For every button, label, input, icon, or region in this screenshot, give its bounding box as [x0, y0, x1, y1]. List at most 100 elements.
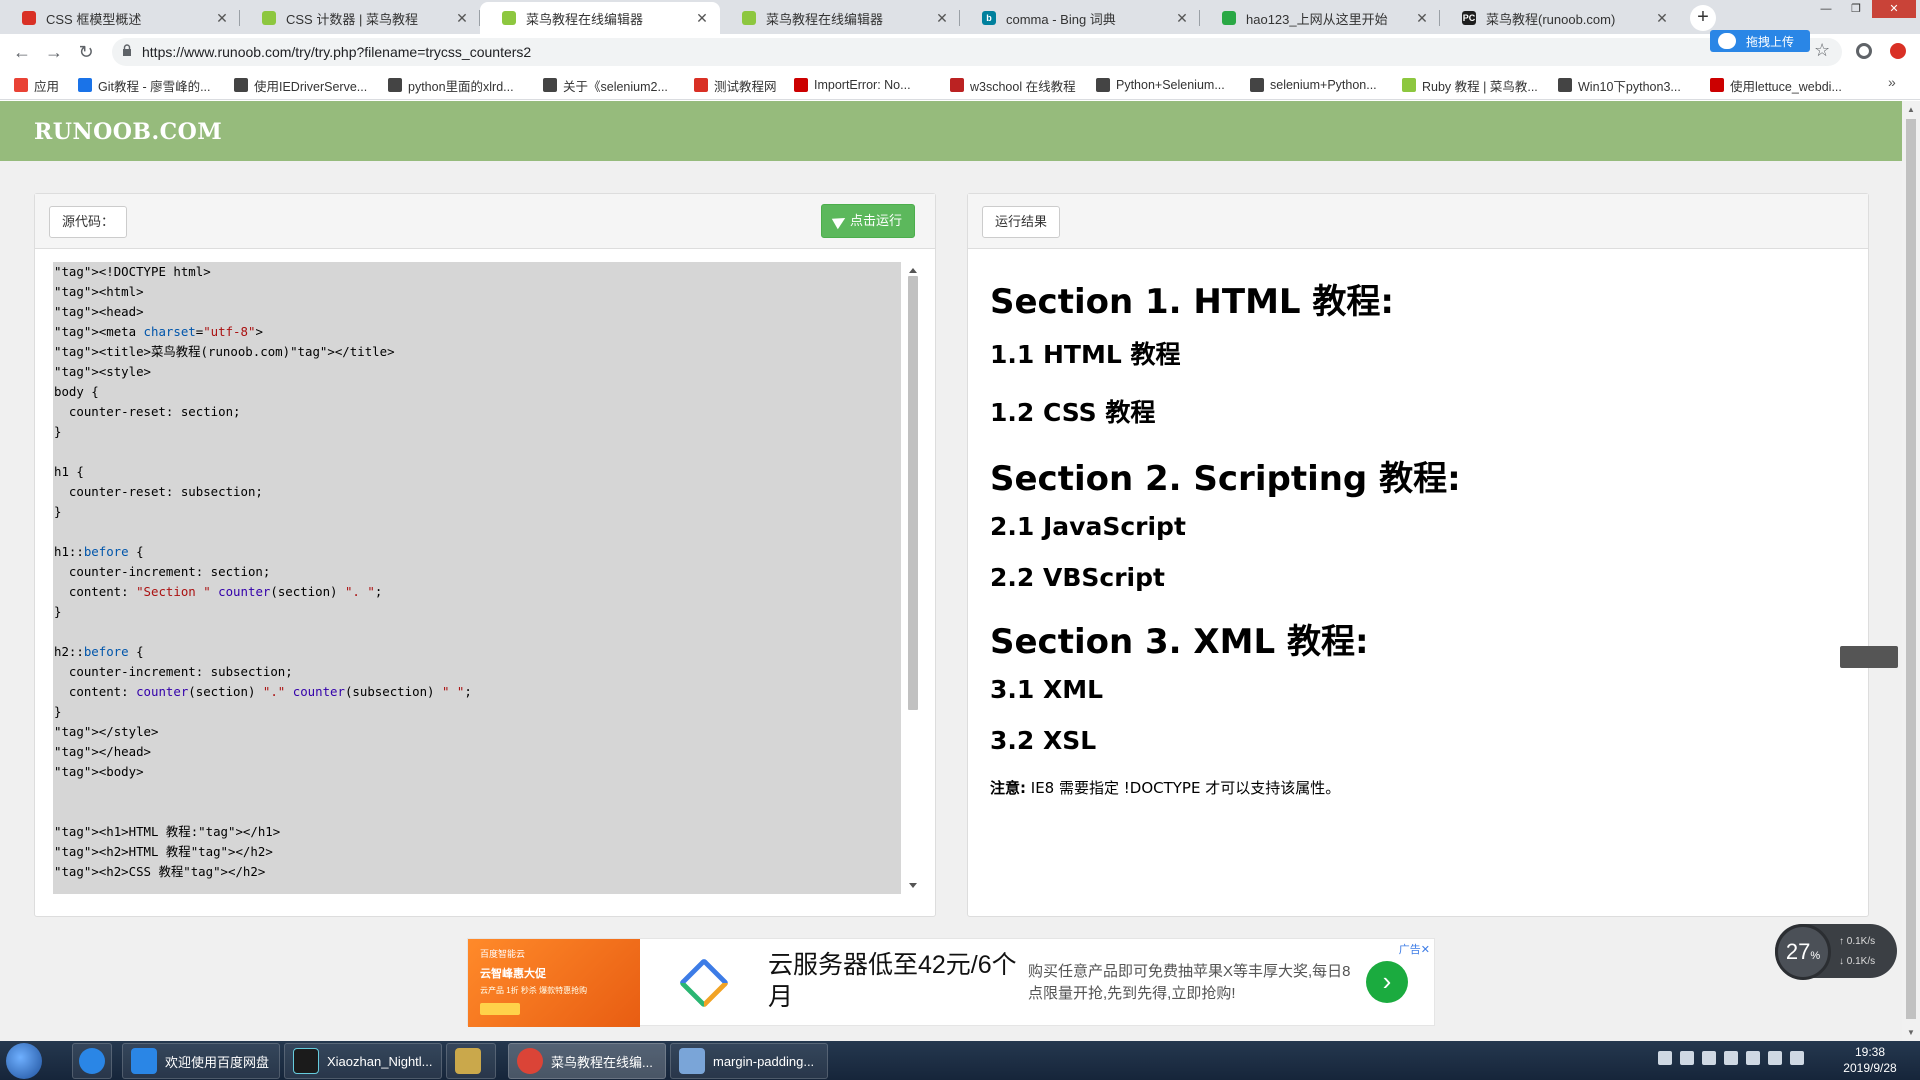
code-line[interactable]: h1 {: [53, 462, 901, 482]
ad-go-button[interactable]: ›: [1366, 961, 1408, 1003]
url-text[interactable]: https://www.runoob.com/try/try.php?filen…: [142, 44, 531, 60]
back-arrow-icon[interactable]: ←: [10, 40, 34, 64]
code-line[interactable]: "tag"><!DOCTYPE html>: [53, 262, 901, 282]
code-line[interactable]: counter-increment: subsection;: [53, 662, 901, 682]
page-scroll-up-icon[interactable]: ▲: [1907, 105, 1915, 114]
page-scroll-down-icon[interactable]: ▼: [1907, 1028, 1915, 1037]
system-clock[interactable]: 19:38 2019/9/28: [1830, 1044, 1910, 1076]
ad-description[interactable]: 购买任意产品即可免费抽苹果X等丰厚大奖,每日8点限量开抢,先到先得,立即抢购!: [1028, 961, 1358, 1005]
code-line[interactable]: }: [53, 502, 901, 522]
advertisement-banner[interactable]: 百度智能云 云智峰惠大促 云产品 1折 秒杀 爆款特惠抢购 云服务器低至42元/…: [467, 938, 1435, 1027]
taskbar-pycharm[interactable]: Xiaozhan_Nightl...: [284, 1043, 442, 1079]
restore-button[interactable]: ❐: [1842, 0, 1870, 18]
window-close-button[interactable]: ✕: [1872, 0, 1916, 18]
code-line[interactable]: "tag"></style>: [53, 722, 901, 742]
ad-close-label[interactable]: 广告✕: [1399, 941, 1430, 957]
code-line[interactable]: h2::before {: [53, 642, 901, 662]
close-icon[interactable]: ✕: [1414, 10, 1430, 27]
code-editor[interactable]: "tag"><!DOCTYPE html> "tag"><html> "tag"><…: [53, 262, 901, 894]
code-line[interactable]: [53, 522, 901, 542]
start-button[interactable]: [6, 1043, 42, 1079]
tray-shield-icon[interactable]: [1702, 1051, 1716, 1065]
code-line[interactable]: [53, 802, 901, 822]
code-line[interactable]: "tag"><html>: [53, 282, 901, 302]
address-bar[interactable]: https://www.runoob.com/try/try.php?filen…: [112, 38, 1842, 66]
code-line[interactable]: "tag"><h2>CSS 教程"tag"></h2>: [53, 862, 901, 882]
close-icon[interactable]: ✕: [454, 10, 470, 27]
bookmark-apps[interactable]: 应用: [14, 77, 59, 94]
bookmark-item[interactable]: selenium+Python...: [1250, 77, 1377, 93]
page-scroll-thumb[interactable]: [1906, 119, 1916, 1019]
account-icon[interactable]: [1856, 43, 1872, 59]
code-line[interactable]: "tag"><title>菜鸟教程(runoob.com)"tag"></tit…: [53, 342, 901, 362]
source-label-button[interactable]: 源代码：: [49, 206, 128, 238]
run-button[interactable]: 点击运行: [821, 204, 916, 238]
code-scrollbar[interactable]: [905, 262, 921, 894]
bookmarks-more-button[interactable]: »: [1888, 74, 1896, 90]
baidu-upload-button[interactable]: 拖拽上传: [1710, 30, 1810, 52]
keyboard-widget[interactable]: [1840, 646, 1898, 668]
result-label-button[interactable]: 运行结果: [982, 206, 1061, 238]
code-line[interactable]: [53, 782, 901, 802]
code-line[interactable]: "tag"><style>: [53, 362, 901, 382]
bookmark-item[interactable]: 使用IEDriverServe...: [234, 77, 367, 94]
close-icon[interactable]: ✕: [214, 10, 230, 27]
tray-volume-icon[interactable]: [1790, 1051, 1804, 1065]
taskbar-kuaiyong[interactable]: [72, 1043, 112, 1079]
bookmark-item[interactable]: Ruby 教程 | 菜鸟教...: [1402, 77, 1538, 94]
bookmark-item[interactable]: Win10下python3...: [1558, 77, 1681, 94]
taskbar-notepad[interactable]: [446, 1043, 496, 1079]
close-icon[interactable]: ✕: [934, 10, 950, 27]
bookmark-item[interactable]: Python+Selenium...: [1096, 77, 1225, 93]
extension-icon[interactable]: [1890, 43, 1906, 59]
bookmark-item[interactable]: 关于《selenium2...: [543, 77, 668, 94]
tab-css-counters[interactable]: CSS 计数器 | 菜鸟教程 ✕: [240, 2, 480, 34]
code-line[interactable]: }: [53, 602, 901, 622]
code-line[interactable]: [53, 442, 901, 462]
code-line[interactable]: "tag"><body>: [53, 762, 901, 782]
bookmark-item[interactable]: ImportError: No...: [794, 77, 911, 93]
code-line[interactable]: [53, 622, 901, 642]
tab-bing-dictionary[interactable]: b comma - Bing 词典 ✕: [960, 2, 1200, 34]
new-tab-button[interactable]: +: [1690, 5, 1716, 31]
minimize-button[interactable]: —: [1812, 0, 1840, 18]
scroll-thumb[interactable]: [908, 276, 918, 710]
page-scrollbar[interactable]: ▲ ▼: [1902, 101, 1920, 1041]
bookmark-item[interactable]: w3school 在线教程: [950, 77, 1076, 94]
tray-cloud-icon[interactable]: [1658, 1051, 1672, 1065]
code-line[interactable]: content: counter(section) "." counter(su…: [53, 682, 901, 702]
close-icon[interactable]: ✕: [1654, 10, 1670, 27]
code-line[interactable]: counter-reset: subsection;: [53, 482, 901, 502]
tab-hao123[interactable]: hao123_上网从这里开始 ✕: [1200, 2, 1440, 34]
code-line[interactable]: counter-increment: section;: [53, 562, 901, 582]
taskbar-chrome[interactable]: 菜鸟教程在线编...: [508, 1043, 666, 1079]
code-line[interactable]: "tag"><h2>HTML 教程"tag"></h2>: [53, 842, 901, 862]
forward-arrow-icon[interactable]: →: [42, 40, 66, 64]
code-line[interactable]: "tag"><h1>HTML 教程:"tag"></h1>: [53, 822, 901, 842]
network-speed-meter[interactable]: 27% ↑ 0.1K/s ↓ 0.1K/s: [1775, 924, 1897, 980]
scroll-down-arrow-icon[interactable]: [909, 883, 917, 888]
ad-image[interactable]: 百度智能云 云智峰惠大促 云产品 1折 秒杀 爆款特惠抢购: [468, 939, 640, 1027]
code-line[interactable]: "tag"></head>: [53, 742, 901, 762]
close-icon[interactable]: ✕: [1174, 10, 1190, 27]
scroll-up-arrow-icon[interactable]: [909, 268, 917, 273]
code-line[interactable]: content: "Section " counter(section) ". …: [53, 582, 901, 602]
tab-online-editor[interactable]: 菜鸟教程在线编辑器 ✕: [720, 2, 960, 34]
code-line[interactable]: h1::before {: [53, 542, 901, 562]
tab-online-editor-active[interactable]: 菜鸟教程在线编辑器 ✕: [480, 2, 720, 34]
site-logo[interactable]: RUNOOB.COM: [34, 119, 222, 145]
tab-css-box-model[interactable]: CSS 框模型概述 ✕: [0, 2, 240, 34]
tab-runoob-home[interactable]: PC 菜鸟教程(runoob.com) ✕: [1440, 2, 1680, 34]
code-line[interactable]: }: [53, 702, 901, 722]
tray-network-icon[interactable]: [1746, 1051, 1760, 1065]
ad-title[interactable]: 云服务器低至42元/6个月: [768, 949, 1018, 1013]
code-line[interactable]: "tag"><head>: [53, 302, 901, 322]
code-line[interactable]: }: [53, 422, 901, 442]
bookmark-item[interactable]: python里面的xlrd...: [388, 77, 514, 94]
taskbar-paint[interactable]: margin-padding...: [670, 1043, 828, 1079]
bookmark-item[interactable]: 测试教程网: [694, 77, 777, 94]
tray-signal-icon[interactable]: [1768, 1051, 1782, 1065]
taskbar-baidu-netdisk[interactable]: 欢迎使用百度网盘: [122, 1043, 280, 1079]
close-icon[interactable]: ✕: [694, 10, 710, 27]
tray-app-icon[interactable]: [1680, 1051, 1694, 1065]
